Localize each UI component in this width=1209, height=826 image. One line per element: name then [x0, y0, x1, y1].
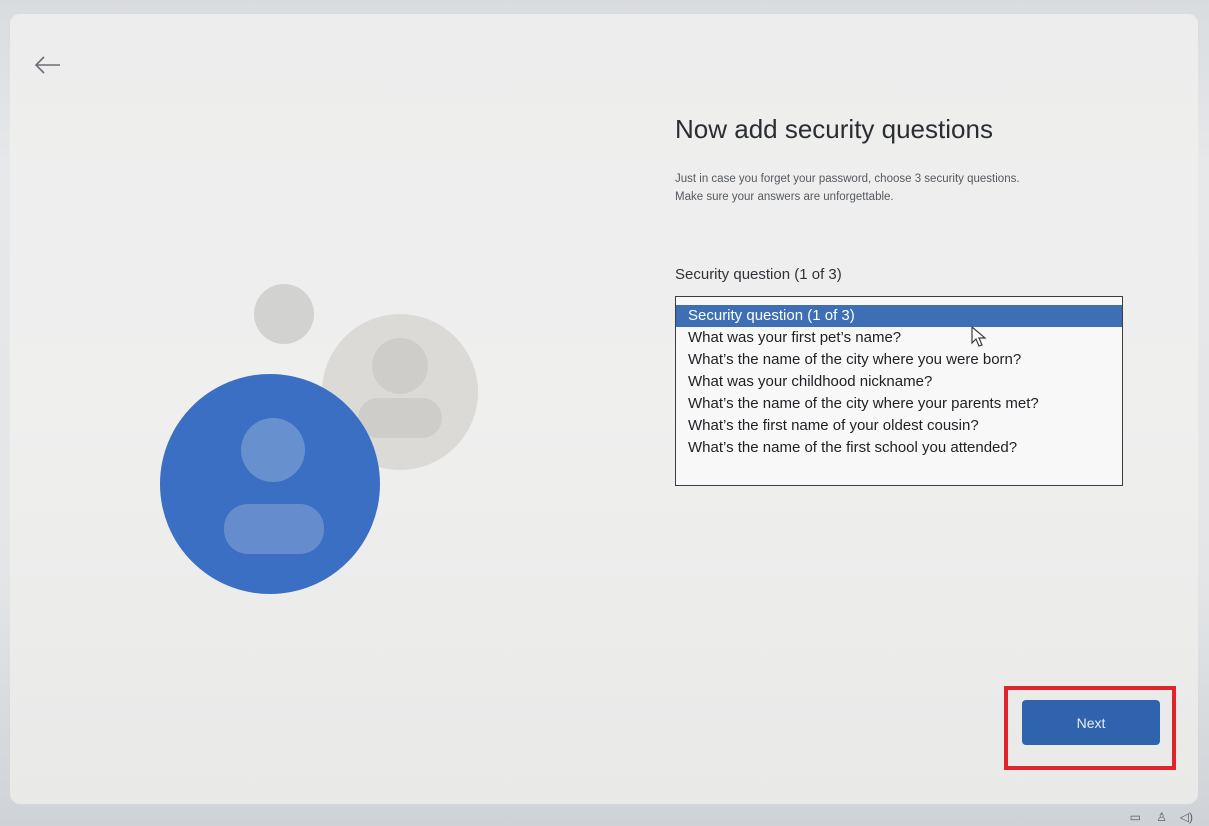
network-icon: ▭ [1129, 810, 1141, 824]
dropdown-option-first-school[interactable]: What’s the name of the first school you … [676, 437, 1122, 459]
system-tray: ▭ ♙ ◁) [1079, 810, 1199, 826]
page-title: Now add security questions [675, 114, 993, 144]
dropdown-option-oldest-cousin[interactable]: What’s the first name of your oldest cou… [676, 415, 1122, 437]
accessibility-icon: ♙ [1156, 810, 1167, 824]
dropdown-option-birth-city[interactable]: What’s the name of the city where you we… [676, 349, 1122, 371]
volume-icon: ◁) [1179, 810, 1193, 824]
mouse-cursor-icon [971, 326, 987, 347]
description-line: Make sure your answers are unforgettable… [675, 191, 894, 203]
back-button[interactable] [30, 50, 66, 80]
small-gray-dot [254, 284, 314, 344]
screen: Now add security questions Just in case … [0, 0, 1209, 826]
dropdown-option-childhood-nickname[interactable]: What was your childhood nickname? [676, 371, 1122, 393]
account-illustration [160, 284, 478, 594]
page-description: Just in case you forget your password, c… [675, 170, 1135, 206]
description-line: Just in case you forget your password, c… [675, 173, 1020, 185]
security-question-dropdown[interactable]: Security question (1 of 3) What was your… [675, 296, 1123, 486]
arrow-left-icon [34, 56, 60, 74]
blue-person-icon [160, 374, 380, 594]
security-question-label: Security question (1 of 3) [675, 266, 842, 283]
dropdown-option-pet-name[interactable]: What was your first pet’s name? [676, 327, 1122, 349]
dropdown-option-parents-city[interactable]: What’s the name of the city where your p… [676, 393, 1122, 415]
dropdown-option-placeholder[interactable]: Security question (1 of 3) [676, 305, 1122, 327]
next-button[interactable]: Next [1022, 700, 1160, 745]
